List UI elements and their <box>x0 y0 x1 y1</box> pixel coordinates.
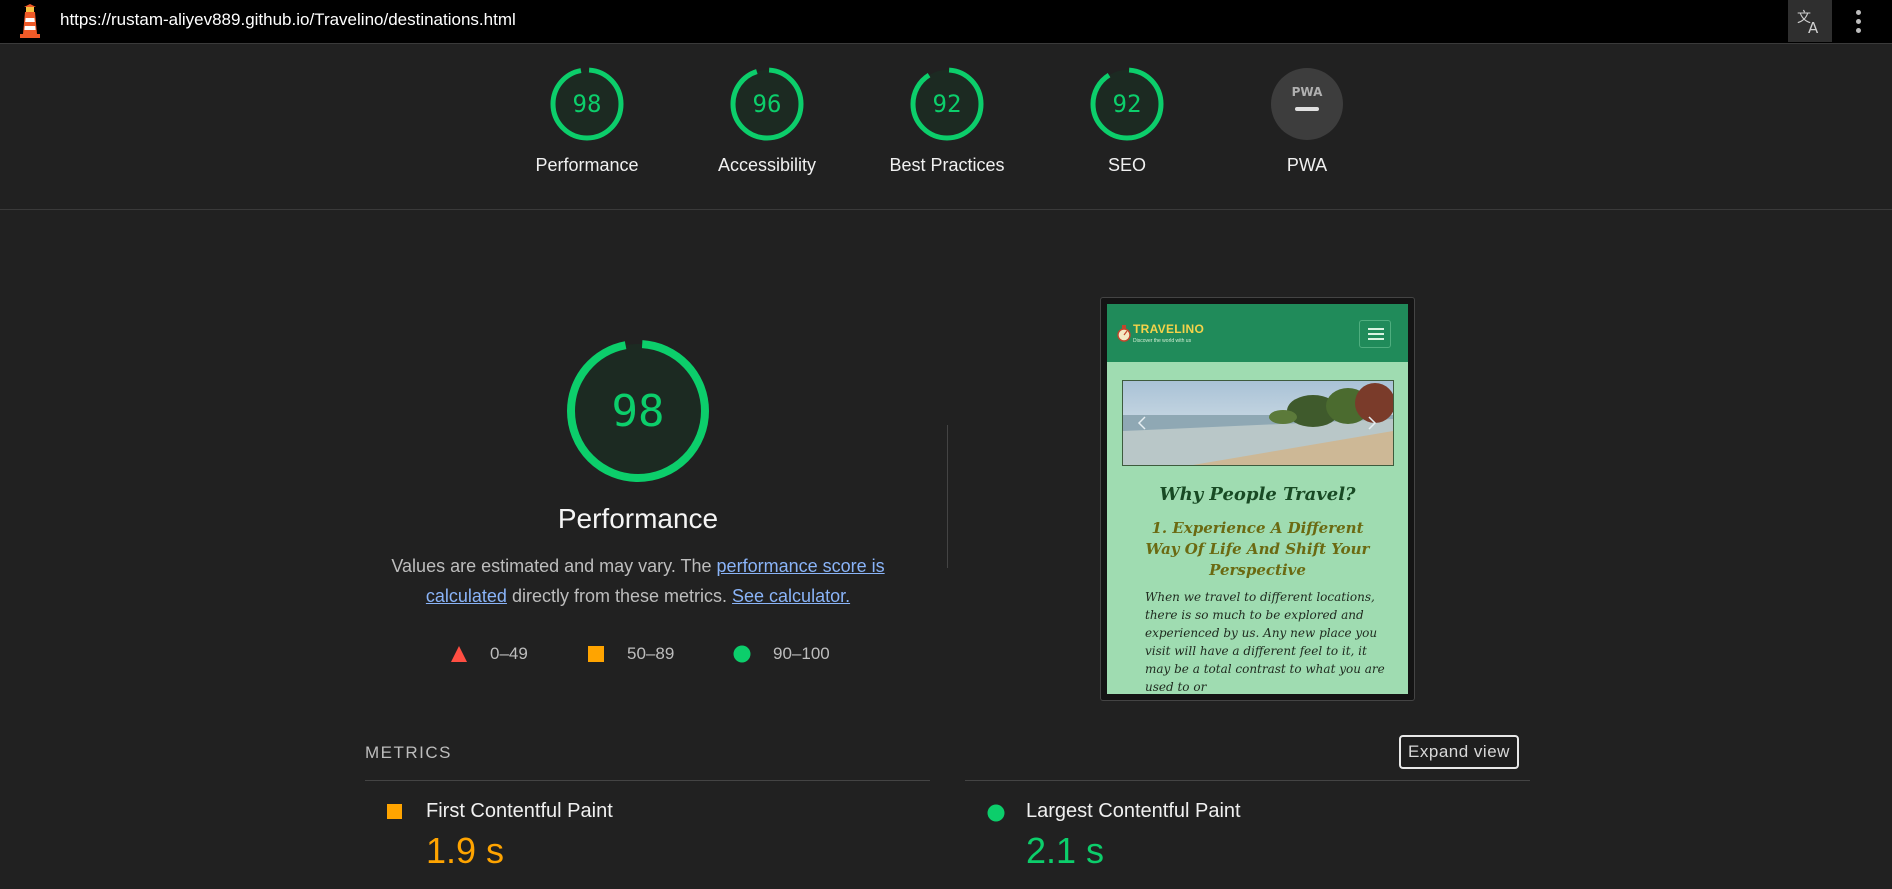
legend-item-average: 50–89 <box>587 642 687 666</box>
compass-icon <box>1117 325 1131 342</box>
score-gauge: 98 <box>550 67 624 141</box>
performance-score-value: 98 <box>612 386 665 437</box>
beach-image <box>1123 381 1393 465</box>
gauge-label: Performance <box>535 155 639 175</box>
gauge-accessibility[interactable]: 96 Accessibility <box>687 66 847 176</box>
pwa-badge-icon: PWA <box>1271 68 1343 140</box>
metric-value: 1.9 s <box>426 830 505 871</box>
site-tagline: Discover the world with us <box>1133 338 1192 344</box>
square-icon <box>387 804 402 819</box>
gauge-seo[interactable]: 92 SEO <box>1047 66 1207 176</box>
final-screenshot: TRAVELINO Discover the world with us Why… <box>1107 304 1408 694</box>
score-gauge: 92 <box>910 67 984 141</box>
performance-title: Performance <box>557 503 719 534</box>
metric-largest-contentful-paint[interactable]: Largest Contentful Paint 2.1 s <box>965 800 1525 880</box>
browser-toolbar: https://rustam-aliyev889.github.io/Trave… <box>0 0 1892 44</box>
metric-name: First Contentful Paint <box>426 800 613 822</box>
site-heading: Why People Travel? <box>1159 484 1356 505</box>
site-brand: TRAVELINO <box>1133 322 1205 336</box>
score-value: 92 <box>933 90 962 118</box>
translate-icon: 文 A <box>1797 10 1819 35</box>
metrics-divider-right <box>965 780 1530 781</box>
legend-item-pass: 90–100 <box>733 642 843 666</box>
beach-photo <box>1122 380 1394 466</box>
metrics-title: METRICS <box>365 743 452 762</box>
score-value: 92 <box>1113 90 1142 118</box>
circle-icon <box>987 804 1005 822</box>
section-divider <box>947 425 948 568</box>
lighthouse-icon <box>20 4 40 38</box>
translate-button[interactable]: 文 A <box>1788 0 1832 42</box>
circle-icon <box>733 645 751 663</box>
pwa-badge-text: PWA <box>1292 85 1323 99</box>
legend-range: 90–100 <box>773 644 830 663</box>
performance-description: Values are estimated and may vary. The p… <box>380 551 896 611</box>
legend-range: 0–49 <box>490 644 528 663</box>
square-icon <box>588 646 604 662</box>
gauge-best-practices[interactable]: 92 Best Practices <box>867 66 1027 176</box>
metric-first-contentful-paint[interactable]: First Contentful Paint 1.9 s <box>365 800 925 880</box>
score-gauge: 92 <box>1090 67 1164 141</box>
legend-item-fail: 0–49 <box>450 642 540 666</box>
expand-view-button[interactable]: Expand view <box>1399 735 1519 769</box>
hamburger-icon <box>1359 320 1391 348</box>
site-paragraph: When we travel to different locations, t… <box>1145 590 1385 694</box>
site-subheading: 1. Experience A Different Way Of Life An… <box>1145 519 1370 579</box>
see-calculator-link[interactable]: See calculator. <box>732 586 850 606</box>
gauge-pwa[interactable]: PWA PWA <box>1227 66 1387 176</box>
desc-text-2: directly from these metrics. <box>506 586 733 606</box>
gauge-label: Best Practices <box>889 155 1005 175</box>
gauge-performance[interactable]: 98 Performance <box>507 66 667 176</box>
site-header: TRAVELINO Discover the world with us <box>1107 304 1408 362</box>
triangle-icon <box>451 646 467 662</box>
metrics-divider-left <box>365 780 930 781</box>
kebab-menu-icon[interactable] <box>1848 4 1868 38</box>
gauge-label: PWA <box>1286 155 1328 175</box>
url-text[interactable]: https://rustam-aliyev889.github.io/Trave… <box>60 10 516 30</box>
score-value: 98 <box>573 90 602 118</box>
gauge-label: Accessibility <box>717 155 817 175</box>
gauge-label: SEO <box>1107 155 1146 175</box>
svg-text:A: A <box>1808 19 1819 35</box>
score-value: 96 <box>753 90 782 118</box>
score-gauge: 96 <box>730 67 804 141</box>
score-summary: 98 Performance 96 Accessibility 92 Best … <box>0 44 1892 210</box>
final-screenshot-frame[interactable]: TRAVELINO Discover the world with us Why… <box>1100 297 1415 701</box>
performance-big-gauge: 98 <box>567 340 709 482</box>
legend-range: 50–89 <box>627 644 675 663</box>
metric-name: Largest Contentful Paint <box>1026 800 1241 822</box>
metric-value: 2.1 s <box>1026 830 1105 871</box>
desc-text-1: Values are estimated and may vary. The <box>391 556 717 576</box>
